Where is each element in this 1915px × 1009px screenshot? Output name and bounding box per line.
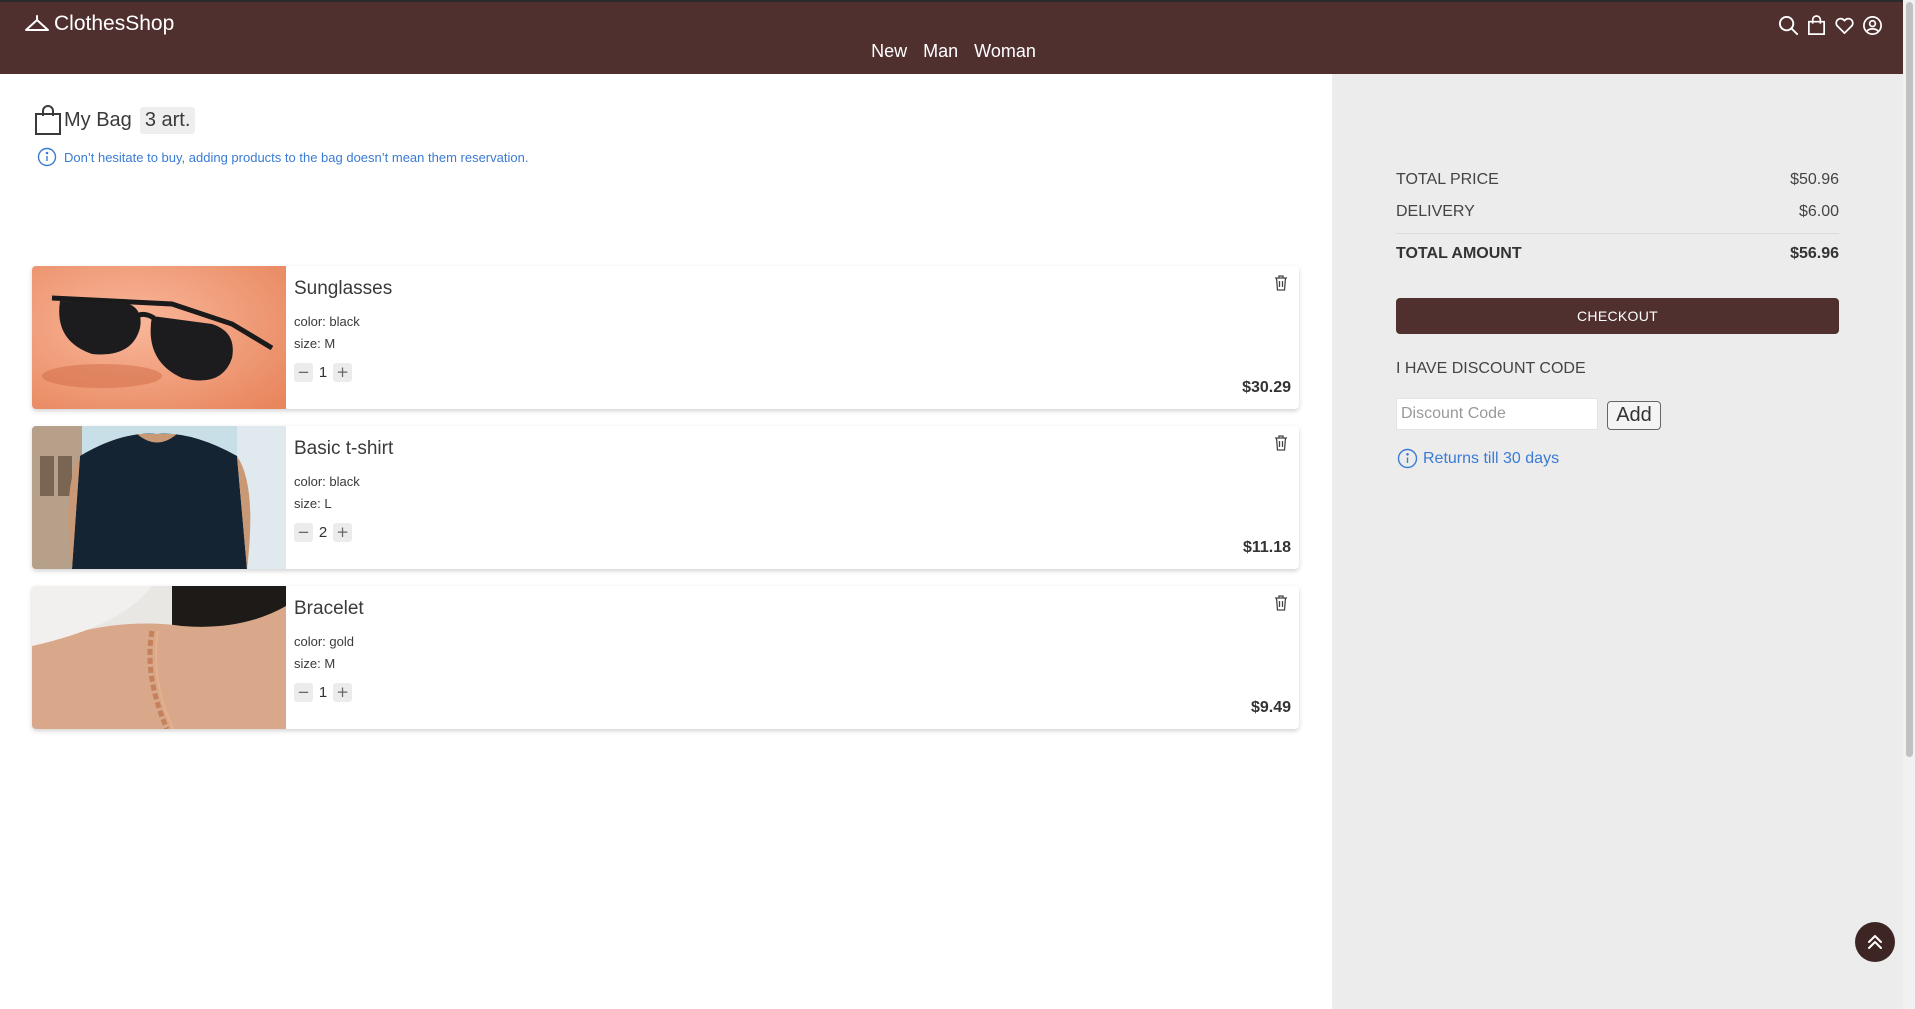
decrease-quantity-button[interactable]: −: [294, 363, 313, 382]
returns-info[interactable]: Returns till 30 days: [1397, 448, 1559, 469]
scroll-to-top-button[interactable]: [1855, 922, 1895, 962]
bag-heading: My Bag 3 art.: [34, 105, 196, 135]
product-size: size: M: [294, 336, 336, 351]
total-price-row: TOTAL PRICE $50.96: [1396, 171, 1839, 189]
quantity-stepper: − 1 +: [294, 363, 352, 382]
product-name[interactable]: Basic t-shirt: [294, 438, 393, 460]
product-color: color: black: [294, 474, 360, 489]
product-price: $30.29: [1242, 379, 1291, 396]
decrease-quantity-button[interactable]: −: [294, 683, 313, 702]
summary-divider: [1396, 233, 1839, 234]
total-amount-value: $56.96: [1790, 245, 1839, 262]
bag-item: Bracelet color: gold size: M − 1 + $9.49: [32, 586, 1299, 729]
product-size: size: L: [294, 496, 332, 511]
delivery-value: $6.00: [1798, 203, 1839, 220]
double-chevron-up-icon: [1868, 935, 1882, 949]
increase-quantity-button[interactable]: +: [333, 523, 352, 542]
heart-icon[interactable]: [1833, 14, 1855, 36]
nav-man[interactable]: Man: [923, 41, 958, 62]
quantity-value: 1: [318, 684, 328, 701]
info-icon: [1397, 448, 1418, 469]
user-icon[interactable]: [1861, 14, 1883, 36]
increase-quantity-button[interactable]: +: [333, 363, 352, 382]
total-price-value: $50.96: [1790, 171, 1839, 188]
total-amount-row: TOTAL AMOUNT $56.96: [1396, 245, 1839, 263]
discount-code-input[interactable]: [1396, 398, 1598, 430]
bag-title: My Bag: [64, 108, 132, 131]
quantity-stepper: − 2 +: [294, 523, 352, 542]
product-color: color: black: [294, 314, 360, 329]
bag-info-text: Don’t hesitate to buy, adding products t…: [64, 149, 529, 165]
site-header: ClothesShop New Man Woman: [0, 0, 1903, 74]
logo-text: ClothesShop: [54, 12, 175, 35]
product-size: size: M: [294, 656, 336, 671]
nav-woman[interactable]: Woman: [974, 41, 1036, 62]
product-name[interactable]: Bracelet: [294, 598, 364, 620]
product-name[interactable]: Sunglasses: [294, 278, 392, 300]
product-price: $9.49: [1250, 699, 1291, 716]
quantity-stepper: − 1 +: [294, 683, 352, 702]
trash-icon[interactable]: [1273, 274, 1289, 292]
bag-item: Basic t-shirt color: black size: L − 2 +…: [32, 426, 1299, 569]
returns-text: Returns till 30 days: [1423, 449, 1560, 467]
quantity-value: 1: [318, 364, 328, 381]
nav-new[interactable]: New: [871, 41, 907, 62]
bag-icon[interactable]: [1805, 14, 1827, 36]
discount-heading: I HAVE DISCOUNT CODE: [1396, 360, 1586, 377]
bag-item: Sunglasses color: black size: M − 1 + $3…: [32, 266, 1299, 409]
product-image-bracelet[interactable]: [32, 586, 286, 729]
search-icon[interactable]: [1777, 14, 1799, 36]
total-amount-label: TOTAL AMOUNT: [1396, 245, 1522, 262]
logo[interactable]: ClothesShop: [24, 12, 174, 36]
scrollbar-thumb[interactable]: [1906, 2, 1913, 757]
header-actions: [1777, 14, 1883, 36]
delivery-label: DELIVERY: [1396, 203, 1475, 220]
product-image-sunglasses[interactable]: [32, 266, 286, 409]
info-icon: [37, 147, 57, 167]
trash-icon[interactable]: [1273, 594, 1289, 612]
decrease-quantity-button[interactable]: −: [294, 523, 313, 542]
quantity-value: 2: [318, 524, 328, 541]
trash-icon[interactable]: [1273, 434, 1289, 452]
shopping-bag-icon: [35, 105, 61, 135]
product-image-tshirt[interactable]: [32, 426, 286, 569]
product-color: color: gold: [294, 634, 354, 649]
bag-count-badge: 3 art.: [139, 106, 196, 134]
increase-quantity-button[interactable]: +: [333, 683, 352, 702]
page-scrollbar[interactable]: [1903, 0, 1915, 1009]
total-price-label: TOTAL PRICE: [1396, 171, 1499, 188]
product-price: $11.18: [1242, 539, 1291, 556]
delivery-row: DELIVERY $6.00: [1396, 203, 1839, 221]
bag-info-note: Don’t hesitate to buy, adding products t…: [37, 147, 528, 167]
add-discount-button[interactable]: Add: [1607, 401, 1661, 430]
main-nav: New Man Woman: [0, 41, 1903, 62]
checkout-button[interactable]: CHECKOUT: [1396, 298, 1839, 334]
hanger-icon: [25, 15, 49, 31]
